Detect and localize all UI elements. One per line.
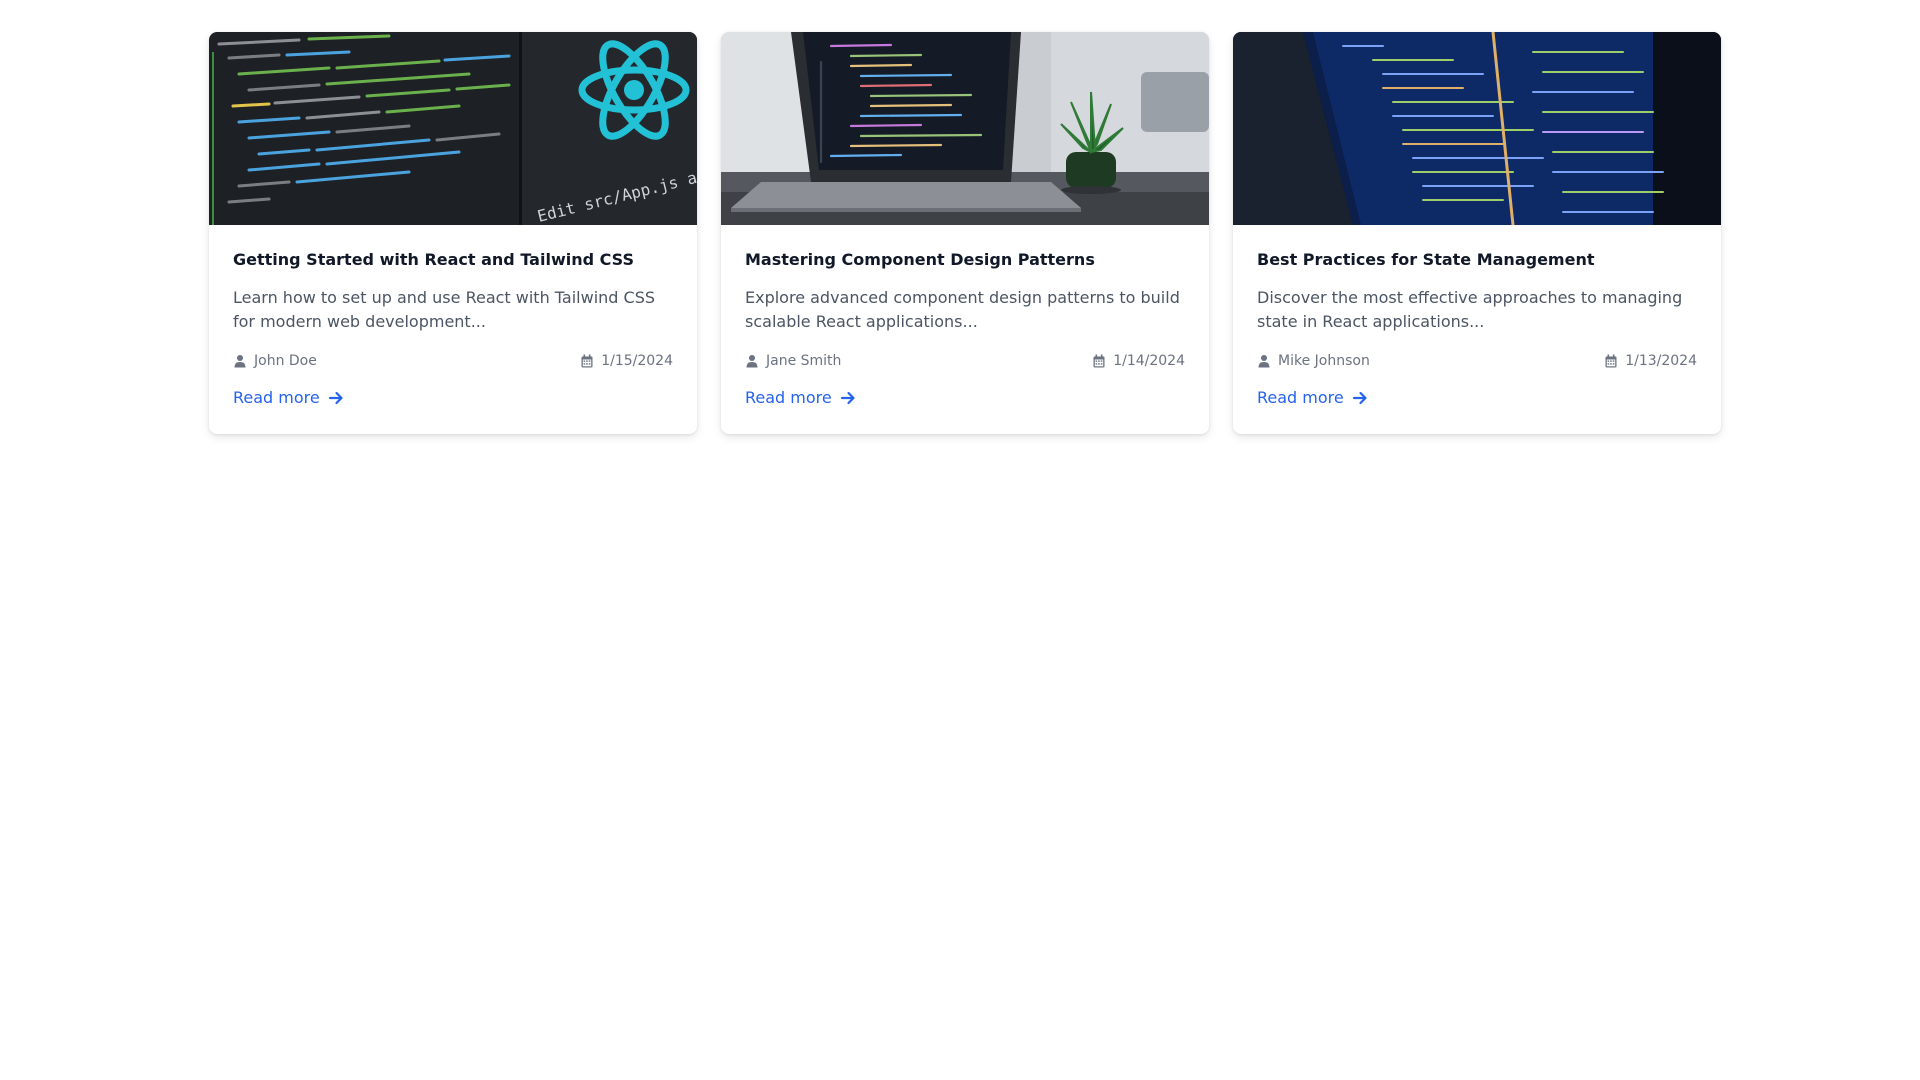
post-author: John Doe [233,353,317,369]
read-more-label: Read more [745,388,832,407]
author-name: Jane Smith [766,353,842,369]
post-date: 1/14/2024 [1092,353,1185,369]
post-thumbnail: Edit src/App.js and save to reload [209,32,697,225]
read-more-link[interactable]: Read more [233,388,344,407]
post-excerpt: Learn how to set up and use React with T… [233,288,656,331]
post-author: Mike Johnson [1257,353,1370,369]
post-meta: John Doe 1/15/2024 [233,351,673,371]
calendar-icon [1093,354,1105,368]
author-name: John Doe [254,353,317,369]
date-text: 1/13/2024 [1625,353,1697,369]
post-date: 1/13/2024 [1604,353,1697,369]
post-excerpt: Discover the most effective approaches t… [1257,288,1683,331]
arrow-right-icon [1352,391,1367,404]
post-title[interactable]: Best Practices for State Management [1257,249,1697,271]
calendar-icon [581,354,593,368]
post-author: Jane Smith [745,353,841,369]
calendar-icon [1605,354,1617,368]
user-icon [746,355,758,368]
user-icon [1258,355,1270,368]
user-icon [234,355,246,368]
post-date: 1/15/2024 [580,353,673,369]
post-title[interactable]: Getting Started with React and Tailwind … [233,249,673,271]
date-text: 1/15/2024 [601,353,673,369]
read-more-link[interactable]: Read more [745,388,856,407]
post-thumbnail [1233,32,1721,225]
date-text: 1/14/2024 [1113,353,1185,369]
post-meta: Jane Smith 1/14/2024 [745,351,1185,371]
laptop-desk-image [721,32,1209,225]
author-name: Mike Johnson [1278,353,1370,369]
read-more-label: Read more [1257,388,1344,407]
read-more-link[interactable]: Read more [1257,388,1368,407]
code-monitor-image [1233,32,1721,225]
arrow-right-icon [840,391,855,404]
read-more-label: Read more [233,388,320,407]
blog-post-card[interactable]: Edit src/App.js and save to reload Getti… [209,32,697,434]
post-excerpt: Explore advanced component design patter… [745,288,1180,331]
post-meta: Mike Johnson 1/13/2024 [1257,351,1697,371]
post-thumbnail [721,32,1209,225]
post-title[interactable]: Mastering Component Design Patterns [745,249,1185,271]
blog-post-card[interactable]: Mastering Component Design Patterns Expl… [721,32,1209,434]
arrow-right-icon [328,391,343,404]
blog-post-grid: Edit src/App.js and save to reload Getti… [209,32,1721,434]
code-editor-react-image: Edit src/App.js and save to reload [209,32,697,225]
blog-post-card[interactable]: Best Practices for State Management Disc… [1233,32,1721,434]
